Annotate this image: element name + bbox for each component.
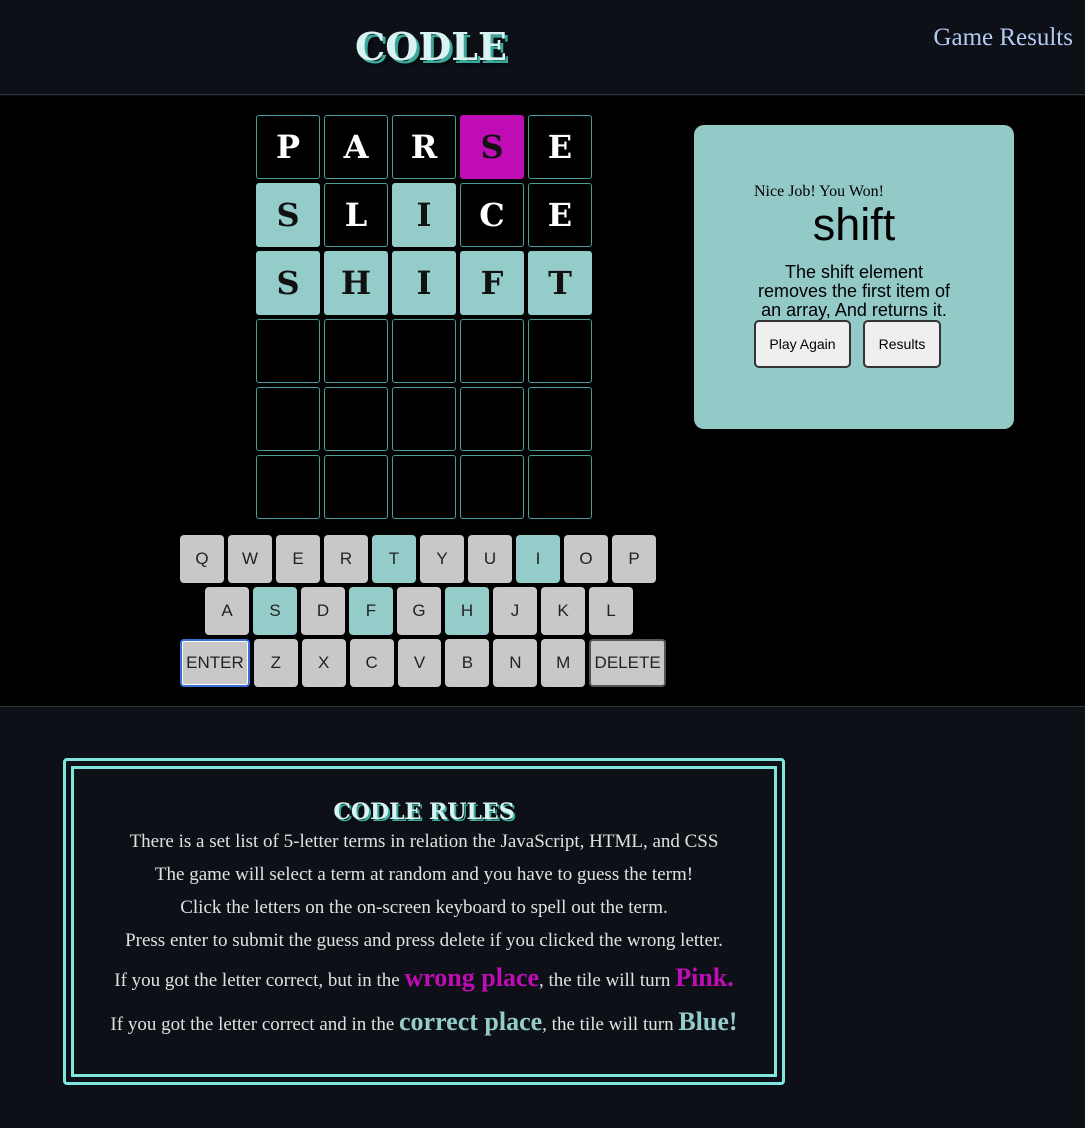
board-tile: F <box>460 251 524 315</box>
keyboard-row: QWERTYUIOP <box>180 535 670 583</box>
rule-line: Click the letters on the on-screen keybo… <box>180 897 668 918</box>
key-b[interactable]: B <box>445 639 490 687</box>
board-row <box>256 387 596 451</box>
key-f[interactable]: F <box>349 587 393 635</box>
key-t[interactable]: T <box>372 535 416 583</box>
key-l[interactable]: L <box>589 587 633 635</box>
board-row: PARSE <box>256 115 596 179</box>
results-button[interactable]: Results <box>863 320 941 368</box>
key-j[interactable]: J <box>493 587 537 635</box>
rule-line: There is a set list of 5-letter terms in… <box>129 831 719 852</box>
board-tile: P <box>256 115 320 179</box>
key-y[interactable]: Y <box>420 535 464 583</box>
rule-line-correct-place: If you got the letter correct and in the… <box>74 1001 774 1045</box>
game-board: PARSESLICESHIFT <box>256 115 596 523</box>
delete-key[interactable]: DELETE <box>589 639 667 687</box>
board-row: SHIFT <box>256 251 596 315</box>
key-z[interactable]: Z <box>253 639 298 687</box>
board-row <box>256 455 596 519</box>
key-d[interactable]: D <box>301 587 345 635</box>
rule-line-wrong-place: If you got the letter correct, but in th… <box>74 957 774 1001</box>
board-tile <box>460 387 524 451</box>
board-tile <box>256 455 320 519</box>
board-tile <box>256 319 320 383</box>
board-tile: I <box>392 183 456 247</box>
board-tile <box>324 455 388 519</box>
board-tile <box>528 319 592 383</box>
key-g[interactable]: G <box>397 587 441 635</box>
board-tile: E <box>528 115 592 179</box>
board-tile <box>460 319 524 383</box>
key-s[interactable]: S <box>253 587 297 635</box>
key-v[interactable]: V <box>397 639 442 687</box>
correct-place-highlight: correct place <box>399 1007 543 1036</box>
board-tile <box>324 387 388 451</box>
board-tile <box>528 455 592 519</box>
board-tile: S <box>256 183 320 247</box>
key-o[interactable]: O <box>564 535 608 583</box>
wrong-place-highlight: wrong place <box>404 963 540 992</box>
answer-word: shift <box>812 199 896 250</box>
rules-box: CODLE RULES There is a set list of 5-let… <box>63 758 785 1085</box>
play-again-button[interactable]: Play Again <box>754 320 851 368</box>
key-k[interactable]: K <box>541 587 585 635</box>
key-m[interactable]: M <box>541 639 586 687</box>
key-c[interactable]: C <box>349 639 394 687</box>
board-tile: L <box>324 183 388 247</box>
pink-highlight: Pink. <box>675 963 734 992</box>
keyboard-row: ENTER Z X C V B N M DELETE <box>180 639 670 687</box>
board-tile: R <box>392 115 456 179</box>
board-tile <box>460 455 524 519</box>
rules-inner-frame: CODLE RULES There is a set list of 5-let… <box>71 766 777 1077</box>
board-tile: S <box>256 251 320 315</box>
rule-line: Press enter to submit the guess and pres… <box>125 930 723 951</box>
rule-text: , the tile will turn <box>539 970 676 991</box>
key-q[interactable]: Q <box>180 535 224 583</box>
key-i[interactable]: I <box>516 535 560 583</box>
key-n[interactable]: N <box>493 639 538 687</box>
key-e[interactable]: E <box>276 535 320 583</box>
key-r[interactable]: R <box>324 535 368 583</box>
board-tile: T <box>528 251 592 315</box>
on-screen-keyboard: Q W E R T Y U I O P A S D F G H J K L ENTER Z X C V B N M DELETE <box>180 535 670 691</box>
board-tile <box>528 387 592 451</box>
enter-key[interactable]: ENTER <box>180 639 250 687</box>
key-a[interactable]: A <box>205 587 249 635</box>
key-h[interactable]: H <box>445 587 489 635</box>
key-x[interactable]: X <box>301 639 346 687</box>
key-u[interactable]: U <box>468 535 512 583</box>
board-tile: C <box>460 183 524 247</box>
board-tile: S <box>460 115 524 179</box>
answer-description: The shift element removes the first item… <box>757 262 951 320</box>
board-tile: I <box>392 251 456 315</box>
board-tile <box>392 319 456 383</box>
header: CODLE Game Results <box>0 0 1085 95</box>
logo: CODLE <box>355 24 507 69</box>
rule-line: The game will select a term at random an… <box>154 864 694 885</box>
rule-text: If you got the letter correct, but in th… <box>114 970 405 991</box>
board-row: SLICE <box>256 183 596 247</box>
rules-title: CODLE RULES <box>333 799 515 825</box>
blue-highlight: Blue! <box>678 1007 738 1036</box>
board-tile: A <box>324 115 388 179</box>
board-tile: E <box>528 183 592 247</box>
key-p[interactable]: P <box>612 535 656 583</box>
board-tile <box>256 387 320 451</box>
board-row <box>256 319 596 383</box>
game-area: PARSESLICESHIFT Q W E R T Y U I O P A S D F G H J K L ENTER… <box>0 96 1085 707</box>
rule-text: If you got the letter correct and in the <box>110 1014 400 1035</box>
board-tile <box>324 319 388 383</box>
key-w[interactable]: W <box>228 535 272 583</box>
rule-text: , the tile will turn <box>542 1014 679 1035</box>
game-results-link[interactable]: Game Results <box>933 24 1073 52</box>
board-tile: H <box>324 251 388 315</box>
keyboard-row: ASDFGHJKL <box>205 587 670 635</box>
board-tile <box>392 455 456 519</box>
board-tile <box>392 387 456 451</box>
result-card: Nice Job! You Won! shift The shift eleme… <box>694 125 1014 429</box>
